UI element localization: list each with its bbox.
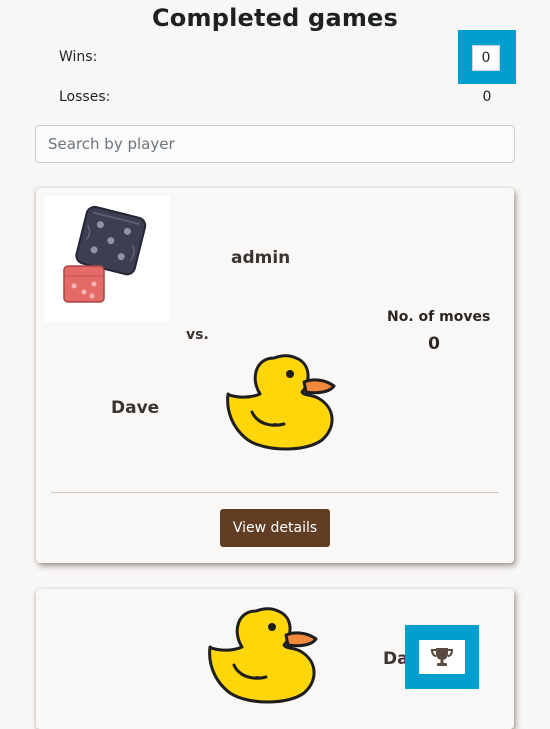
wins-value[interactable]: 0: [472, 45, 500, 71]
game-card: admin vs. Dave No. of moves 0 View detai…: [36, 188, 514, 563]
page-title: Completed games: [151, 4, 399, 32]
wins-label: Wins:: [59, 49, 98, 65]
moves-value: 0: [428, 334, 440, 354]
rubber-duck-icon: [208, 601, 324, 713]
rubber-duck-icon: [226, 348, 342, 460]
moves-label: No. of moves: [387, 309, 491, 325]
vs-label: vs.: [186, 327, 209, 343]
game-card: Dave: [36, 589, 514, 729]
player-name-bottom: Dave: [111, 398, 160, 418]
losses-label: Losses:: [59, 89, 111, 105]
dice-icon: [44, 196, 170, 322]
trophy-icon[interactable]: [419, 640, 465, 674]
card-divider: [51, 492, 499, 493]
player-name-top: admin: [231, 248, 291, 268]
search-input[interactable]: [35, 125, 515, 163]
view-details-button[interactable]: View details: [220, 509, 330, 547]
losses-value: 0: [482, 89, 492, 105]
